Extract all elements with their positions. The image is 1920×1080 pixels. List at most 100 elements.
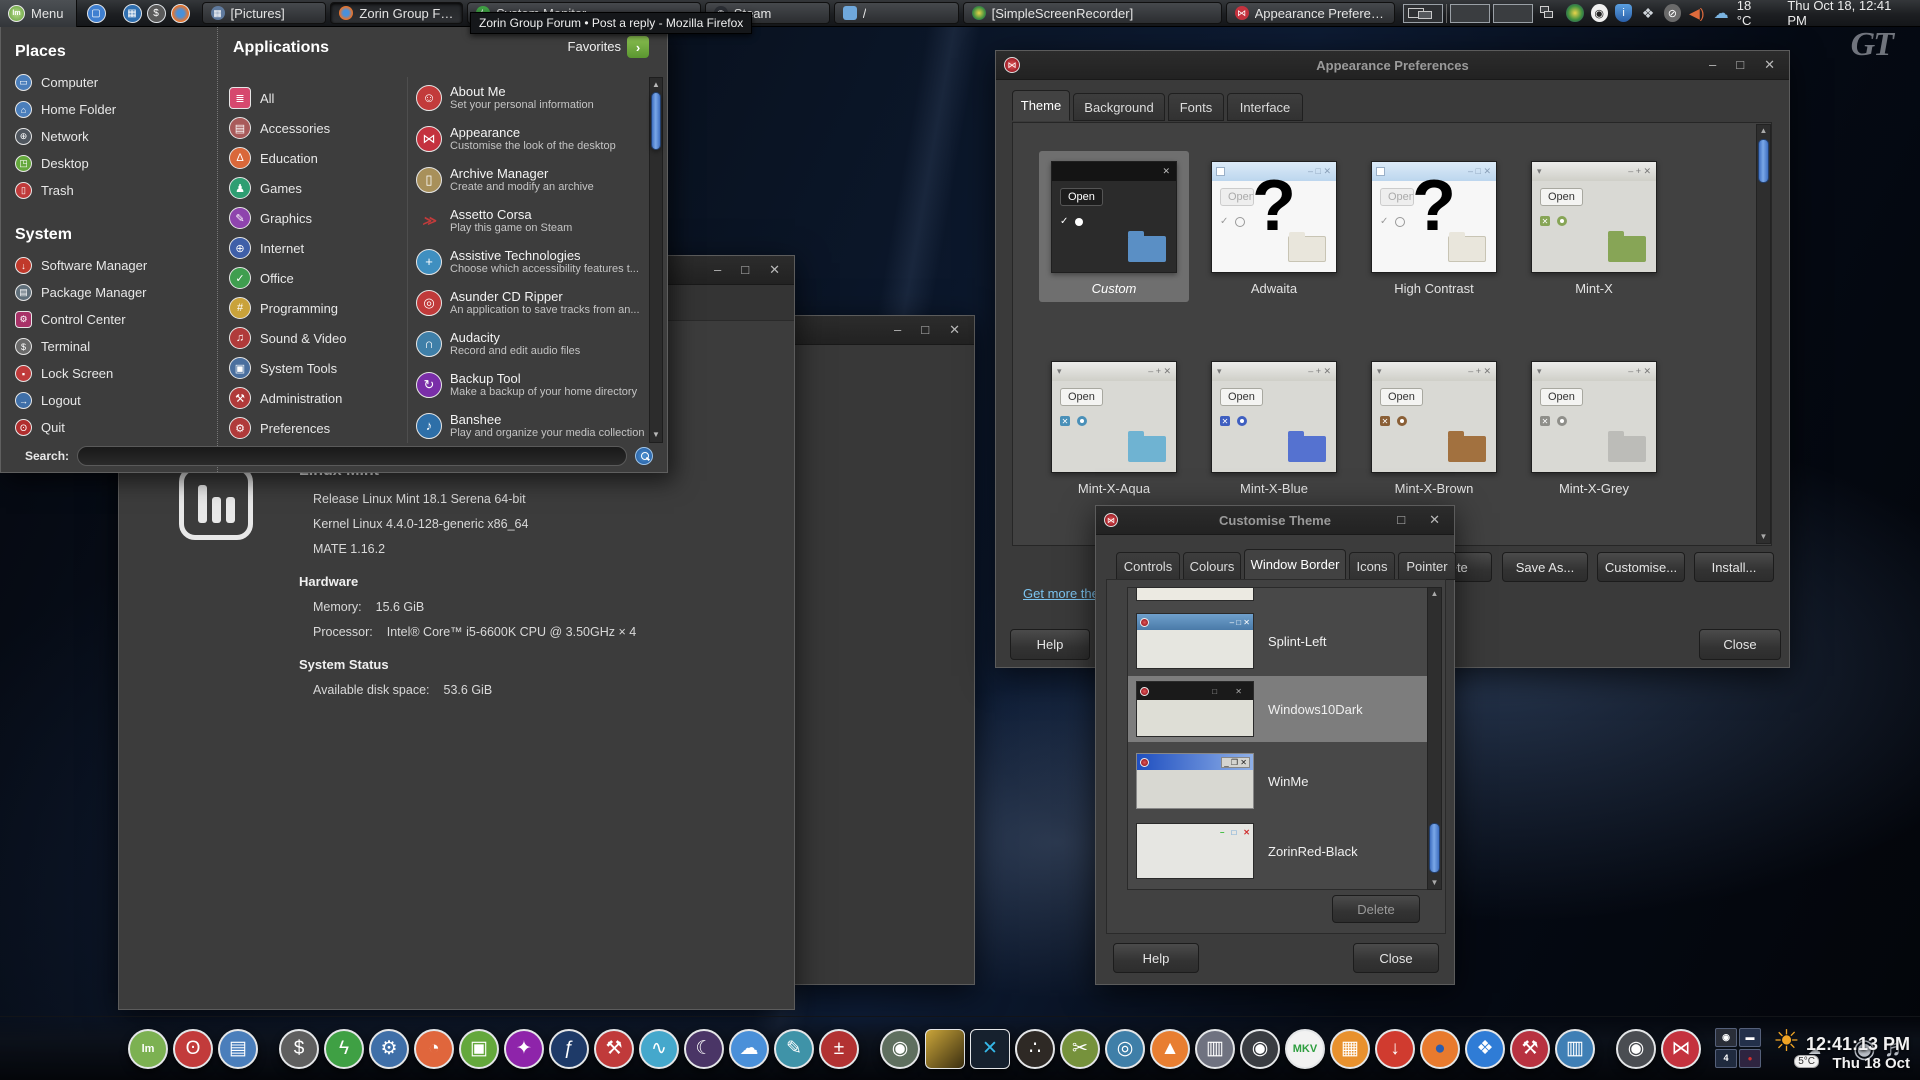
utilities-icon[interactable]: ✂ <box>1060 1028 1100 1069</box>
scrollbar-thumb[interactable] <box>651 92 661 150</box>
screensaver-icon[interactable]: ☾ <box>684 1028 724 1069</box>
minimize-icon[interactable]: – <box>1709 57 1716 73</box>
sidebar-item-desktop[interactable]: ◳ Desktop <box>15 150 217 177</box>
window-selector-icon[interactable] <box>1540 6 1554 20</box>
iota-icon[interactable]: ∴ <box>1015 1028 1055 1069</box>
app-item-appearance[interactable]: ⋈ Appearance Customise the look of the des… <box>416 118 649 159</box>
taskbar-item-zorin-forum[interactable]: Zorin Group Forum • P... <box>330 2 464 24</box>
close-button[interactable]: Close <box>1353 943 1439 973</box>
border-item-splint-left[interactable]: – □ ✕ Splint-Left <box>1128 608 1429 674</box>
file-manager-icon[interactable]: ▣ <box>459 1028 499 1069</box>
maximize-icon[interactable]: □ <box>921 322 929 338</box>
steam-dock-icon[interactable]: ◉ <box>1240 1028 1280 1069</box>
sidebar-item-trash[interactable]: ▯ Trash <box>15 177 217 204</box>
category-internet[interactable]: ⊕ Internet <box>229 233 403 263</box>
sidebar-item-logout[interactable]: → Logout <box>15 387 217 414</box>
mkv-tool-icon[interactable]: MKV <box>1285 1028 1325 1069</box>
category-graphics[interactable]: ✎ Graphics <box>229 203 403 233</box>
window-preview-grid[interactable]: ◉ ▬ 4 ● <box>1715 1027 1763 1070</box>
maximize-icon[interactable]: □ <box>741 262 749 278</box>
category-administration[interactable]: ⚒ Administration <box>229 383 403 413</box>
app-item-backup-tool[interactable]: ↻ Backup Tool Make a backup of your home d… <box>416 364 649 405</box>
sidebar-item-quit[interactable]: ʘ Quit <box>15 414 217 441</box>
appearance-dock-icon[interactable]: ⋈ <box>1661 1028 1701 1069</box>
control-center-icon[interactable]: ⚙ <box>369 1028 409 1069</box>
show-desktop-icon[interactable]: ▤ <box>218 1028 258 1069</box>
scroll-down-icon[interactable]: ▼ <box>1428 877 1441 889</box>
search-input[interactable] <box>77 446 627 466</box>
app-item-archive-manager[interactable]: ▯ Archive Manager Create and modify an arc… <box>416 159 649 200</box>
scroll-up-icon[interactable]: ▲ <box>1428 588 1441 600</box>
category-sound-video[interactable]: ♫ Sound & Video <box>229 323 403 353</box>
theme-grid-scrollbar[interactable]: ▲ ▼ <box>1756 124 1771 544</box>
app-item-asunder-cd-ripper[interactable]: ◎ Asunder CD Ripper An application to save… <box>416 282 649 323</box>
taskbar-item-root-folder[interactable]: / <box>833 2 959 24</box>
app-item-about-me[interactable]: ☺ About Me Set your personal information <box>416 77 649 118</box>
theme-mint-x-grey[interactable]: ▾ – + ✕ Open ✕ Mint-X-Grey <box>1519 361 1669 496</box>
theme-mint-x-blue[interactable]: ▾ – + ✕ Open ✕ Mint-X-Blue <box>1199 361 1349 496</box>
maximize-icon[interactable]: □ <box>1397 512 1405 528</box>
scroll-down-icon[interactable]: ▼ <box>650 429 662 441</box>
tab-background[interactable]: Background <box>1073 93 1165 121</box>
category-preferences[interactable]: ⚙ Preferences <box>229 413 403 443</box>
customise-button[interactable]: Customise... <box>1597 552 1685 582</box>
terminal-icon[interactable]: $ <box>279 1028 319 1069</box>
app-item-assetto-corsa[interactable]: ≫ Assetto Corsa Play this game on Steam <box>416 200 649 241</box>
software-sources-icon[interactable]: ⚒ <box>594 1028 634 1069</box>
help-button[interactable]: Help <box>1113 943 1199 973</box>
wine-tools-icon[interactable]: ⚒ <box>1510 1028 1550 1069</box>
archive-manager-icon[interactable]: ▥ <box>1555 1028 1595 1069</box>
dropbox-icon[interactable]: ❖ <box>1465 1028 1505 1069</box>
mint-menu-icon[interactable]: lm <box>128 1028 168 1069</box>
tab-theme[interactable]: Theme <box>1012 90 1070 121</box>
file-manager-icon[interactable]: ▦ <box>122 3 142 23</box>
pineapple-icon[interactable]: ▦ <box>1330 1028 1370 1069</box>
app-list-scrollbar[interactable]: ▲ ▼ <box>649 77 663 443</box>
show-desktop-icon[interactable]: ▢ <box>86 3 106 23</box>
calculator-icon[interactable]: ± <box>819 1028 859 1069</box>
delete-border-button[interactable]: Delete <box>1332 895 1420 923</box>
tab-fonts[interactable]: Fonts <box>1168 93 1224 121</box>
video-editor-icon[interactable]: ✕ <box>970 1028 1010 1069</box>
scroll-up-icon[interactable]: ▲ <box>650 79 662 91</box>
tab-interface[interactable]: Interface <box>1227 93 1303 121</box>
film-strip-icon[interactable]: ▥ <box>1195 1028 1235 1069</box>
category-games[interactable]: ♟ Games <box>229 173 403 203</box>
steam-grey-icon[interactable]: ◉ <box>1616 1028 1656 1069</box>
weather-app-icon[interactable]: ☁ <box>729 1028 769 1069</box>
scrollbar-thumb[interactable] <box>1429 823 1440 873</box>
log-viewer-icon[interactable]: ◎ <box>1105 1028 1145 1069</box>
tab-icons[interactable]: Icons <box>1349 552 1395 580</box>
sidebar-item-computer[interactable]: ▭ Computer <box>15 69 217 96</box>
workspace-2[interactable] <box>1450 3 1491 23</box>
search-icon[interactable] <box>635 447 653 465</box>
screen-recorder-tray-icon[interactable] <box>1566 4 1584 22</box>
update-shield-icon[interactable]: i <box>1614 4 1633 22</box>
category-system-tools[interactable]: ▣ System Tools <box>229 353 403 383</box>
app-item-assistive-technologies[interactable]: + Assistive Technologies Choose which acce… <box>416 241 649 282</box>
sidebar-item-terminal[interactable]: $ Terminal <box>15 333 217 360</box>
save-as-button[interactable]: Save As... <box>1502 552 1588 582</box>
close-icon[interactable]: ✕ <box>1764 57 1775 73</box>
usb-stick-icon[interactable]: ✦ <box>504 1028 544 1069</box>
border-item-zorinred-black[interactable]: – □ ✕ ZorinRed-Black <box>1128 818 1429 884</box>
theme-custom[interactable]: ✕ Open ✓ Custom <box>1039 151 1189 302</box>
system-monitor-icon[interactable]: ϟ <box>324 1028 364 1069</box>
category-all[interactable]: ≣ All <box>229 83 403 113</box>
theme-mint-x[interactable]: ▾ – + ✕ Open ✕ Mint-X <box>1519 161 1669 296</box>
theme-high-contrast[interactable]: – □ ✕ ? Open ✓ High Contrast <box>1359 161 1509 296</box>
text-editor-icon[interactable]: ✎ <box>774 1028 814 1069</box>
tab-colours[interactable]: Colours <box>1183 552 1241 580</box>
category-office[interactable]: ✓ Office <box>229 263 403 293</box>
help-button[interactable]: Help <box>1010 629 1090 660</box>
firefox-icon[interactable]: ● <box>1420 1028 1460 1069</box>
close-button[interactable]: Close <box>1699 629 1781 660</box>
tab-controls[interactable]: Controls <box>1116 552 1180 580</box>
vlc-icon[interactable]: ▲ <box>1150 1028 1190 1069</box>
workspace-switcher[interactable] <box>1397 3 1560 23</box>
sidebar-item-network[interactable]: ⊕ Network <box>15 123 217 150</box>
usb-image-writer-icon[interactable]: ƒ <box>549 1028 589 1069</box>
close-icon[interactable]: ✕ <box>949 322 960 338</box>
firefox-icon[interactable] <box>170 3 190 23</box>
steam-tray-icon[interactable]: ◉ <box>1590 4 1608 22</box>
